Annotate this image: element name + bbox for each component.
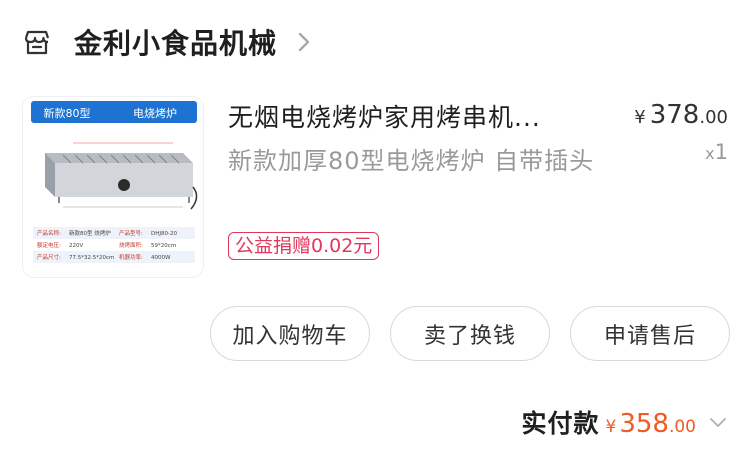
table-cell: 机器功率: [119,253,143,261]
resell-button[interactable]: 卖了换钱 [390,306,550,361]
charity-badge: 公益捐赠0.02元 [228,232,380,260]
table-cell: 烧烤面积: [119,241,143,249]
price-decimal: .00 [699,107,728,128]
chevron-down-icon[interactable] [708,415,728,429]
total-decimal: .00 [668,417,696,437]
price-integer: 378 [649,100,700,130]
add-to-cart-button[interactable]: 加入购物车 [210,306,370,361]
product-spec: 新款加厚80型电烧烤炉 自带插头 [228,147,595,175]
chevron-right-icon [298,32,310,52]
banner-left-text: 新款80型 [44,106,91,120]
total-paid[interactable]: 实付款 ¥ 358 .00 [521,404,728,440]
table-cell: 4000W [151,255,171,261]
product-price: ¥ 378 .00 [634,100,728,130]
quantity-x: x [705,144,715,163]
table-cell: DHJ80-20 [151,231,177,237]
table-cell: 产品名称: [37,229,61,237]
grill-image: 新款80型 电烧烤炉 产品名称: 新款80型 烧烤炉 产品型号: DHJ80-2… [23,97,203,277]
total-integer: 358 [619,409,669,439]
table-cell: 77.5*32.5*20cm [69,255,114,261]
table-cell: 产品型号: [119,229,143,237]
after-sale-button[interactable]: 申请售后 [570,306,730,361]
product-quantity: x 1 [705,140,728,164]
table-cell: 新款80型 烧烤炉 [69,229,111,237]
total-label: 实付款 [521,409,600,438]
price-currency: ¥ [634,107,646,128]
shop-header[interactable]: 金利小食品机械 [22,20,313,64]
product-thumbnail[interactable]: 新款80型 电烧烤炉 产品名称: 新款80型 烧烤炉 产品型号: DHJ80-2… [22,96,204,278]
shop-icon [24,30,50,55]
table-cell: 产品尺寸: [37,253,61,261]
product-title[interactable]: 无烟电烧烤炉家用烤串机... [228,98,588,134]
quantity-value: 1 [714,140,728,164]
shop-name[interactable]: 金利小食品机械 [74,22,277,62]
table-cell: 额定电压: [37,241,61,249]
banner-right-text: 电烧烤炉 [133,106,177,120]
total-currency: ¥ [605,417,617,437]
table-cell: 59*20cm [151,243,176,249]
table-cell: 220V [69,243,83,249]
